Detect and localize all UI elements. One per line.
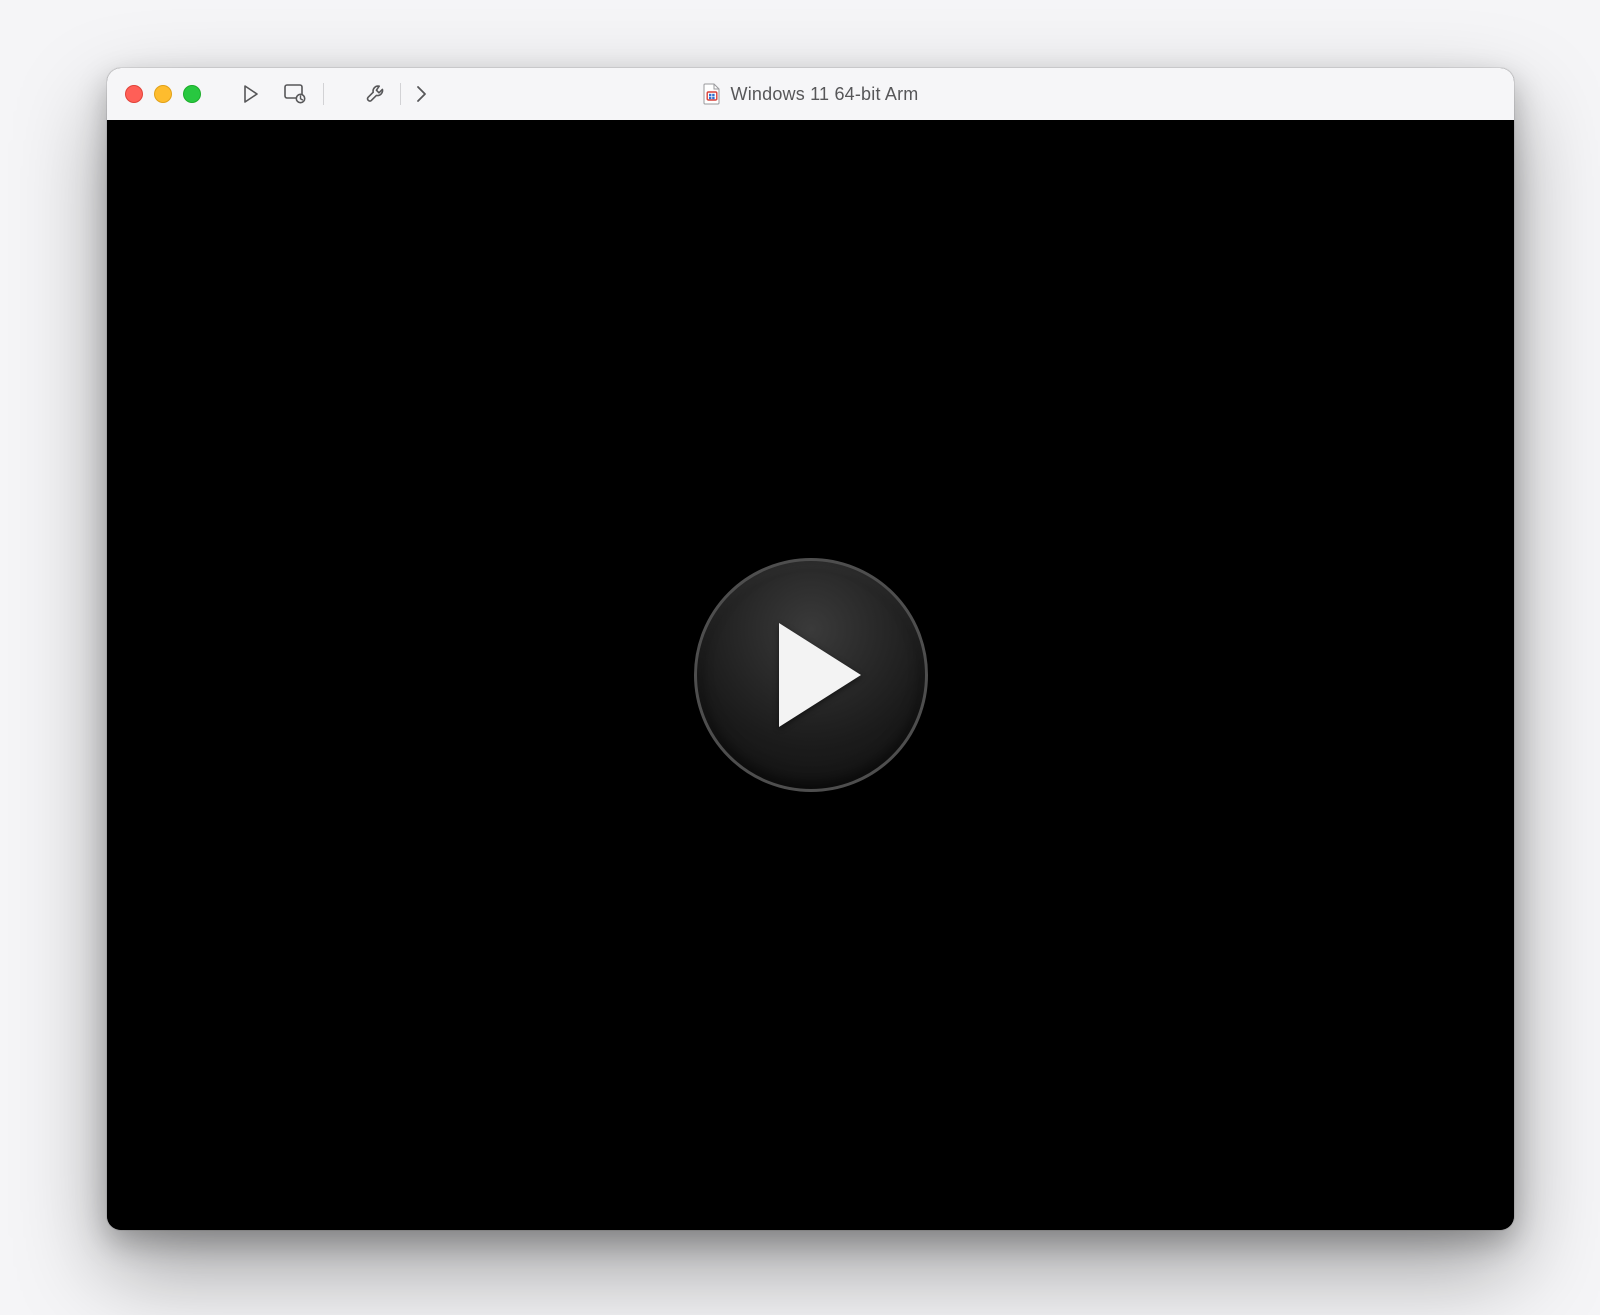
toolbar	[229, 76, 435, 112]
toolbar-overflow-button[interactable]	[407, 76, 435, 112]
vm-document-icon	[703, 83, 721, 105]
zoom-button[interactable]	[183, 85, 201, 103]
start-vm-button[interactable]	[229, 76, 273, 112]
chevron-right-icon	[416, 85, 427, 103]
toolbar-divider	[323, 83, 324, 105]
minimize-button[interactable]	[154, 85, 172, 103]
window-title: Windows 11 64-bit Arm	[731, 84, 919, 105]
close-button[interactable]	[125, 85, 143, 103]
vm-settings-button[interactable]	[354, 76, 398, 112]
titlebar: Windows 11 64-bit Arm	[107, 68, 1514, 121]
start-vm-big-button[interactable]	[694, 558, 928, 792]
vm-window: Windows 11 64-bit Arm	[107, 68, 1514, 1230]
vm-display	[107, 120, 1514, 1230]
big-play-icon	[779, 623, 861, 727]
toolbar-divider-2	[400, 83, 401, 105]
traffic-lights	[107, 85, 201, 103]
play-icon	[243, 85, 259, 103]
wrench-icon	[365, 83, 387, 105]
snapshots-button[interactable]	[273, 76, 317, 112]
snapshot-icon	[284, 84, 306, 104]
